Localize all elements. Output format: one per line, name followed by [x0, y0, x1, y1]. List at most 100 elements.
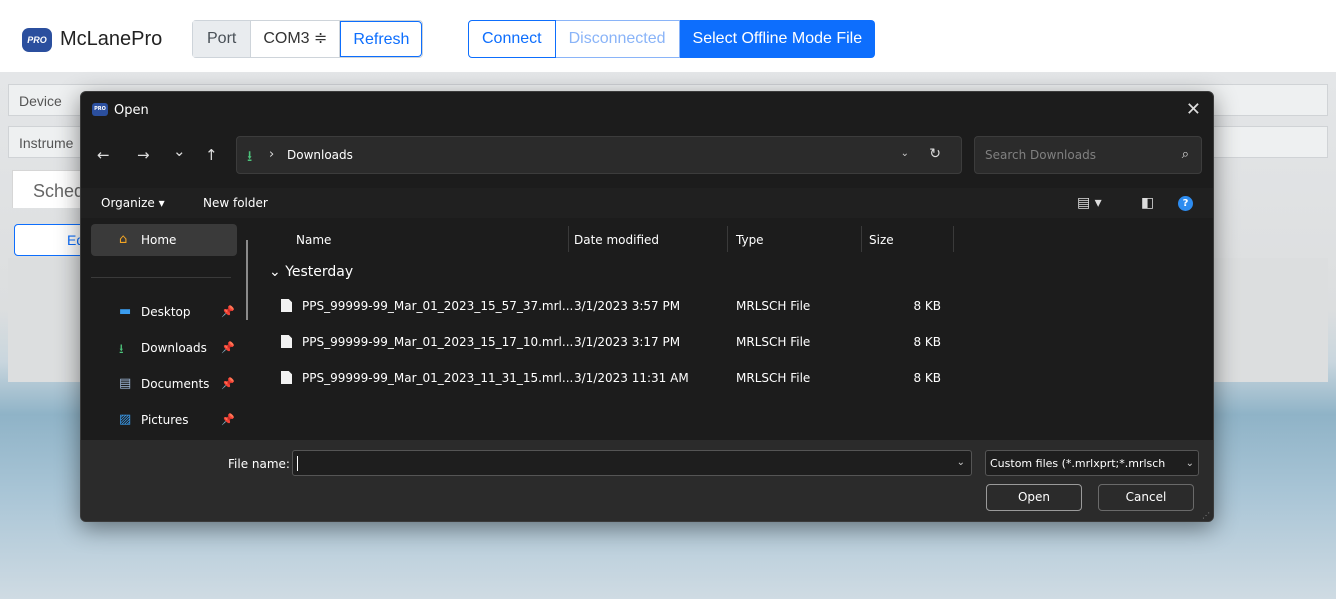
cancel-button[interactable]: Cancel — [1098, 484, 1194, 511]
downloads-icon: ⭳ — [119, 342, 124, 357]
sidebar-divider — [91, 277, 231, 278]
sidebar-scrollbar[interactable] — [246, 240, 248, 320]
sidebar-item-home[interactable]: ⌂ Home — [91, 224, 237, 256]
sidebar-item-label: Home — [141, 233, 177, 247]
port-label: Port — [193, 21, 252, 57]
help-icon[interactable]: ? — [1178, 196, 1193, 211]
command-bar: Organize ▾ New folder ▤ ▾ ◧ ? — [81, 188, 1213, 218]
column-divider[interactable] — [861, 226, 862, 252]
chevron-down-icon: ⌄ — [1185, 458, 1194, 469]
file-icon — [281, 299, 292, 312]
search-icon: ⌕ — [1181, 147, 1189, 162]
file-name: PPS_99999-99_Mar_01_2023_15_17_10.mrl... — [302, 335, 574, 349]
file-date: 3/1/2023 3:57 PM — [574, 299, 681, 313]
address-bar[interactable]: ⭳ › Downloads ⌄ ↻ — [236, 136, 962, 174]
dialog-footer: File name: ⌄ Custom files (*.mrlxprt;*.m… — [81, 440, 1213, 521]
pictures-icon: ▨ — [119, 412, 132, 427]
view-options-icon[interactable]: ▤ ▾ — [1077, 195, 1102, 211]
group-label: Yesterday — [285, 264, 354, 280]
new-folder-button[interactable]: New folder — [203, 196, 268, 210]
sidebar-item-label: Downloads — [141, 341, 207, 355]
sidebar-item-desktop[interactable]: ▬ Desktop 📌 — [91, 296, 237, 328]
resize-grip-icon[interactable]: ⋰ — [1202, 511, 1210, 520]
documents-icon: ▤ — [119, 376, 132, 391]
dialog-title: Open — [114, 103, 149, 118]
search-input[interactable]: Search Downloads ⌕ — [974, 136, 1202, 174]
column-header-name[interactable]: Name — [296, 233, 331, 247]
file-name: PPS_99999-99_Mar_01_2023_11_31_15.mrl... — [302, 371, 574, 385]
chevron-down-icon[interactable]: ⌄ — [901, 148, 909, 159]
column-divider[interactable] — [953, 226, 954, 252]
column-header-size[interactable]: Size — [869, 233, 894, 247]
breadcrumb-downloads[interactable]: Downloads — [287, 148, 353, 162]
app-logo: PRO — [22, 28, 52, 52]
file-size: 8 KB — [913, 371, 941, 385]
file-name: PPS_99999-99_Mar_01_2023_15_57_37.mrl... — [302, 299, 574, 313]
file-list: Name Date modified Type Size ⌄ Yesterday… — [261, 220, 1201, 438]
dialog-title-bar: PRO Open ✕ — [81, 92, 1213, 128]
app-title: McLanePro — [60, 28, 163, 50]
file-name-label: File name: — [228, 457, 290, 471]
back-arrow-icon[interactable]: ← — [97, 146, 110, 164]
preview-pane-icon[interactable]: ◧ — [1141, 195, 1154, 211]
column-header-type[interactable]: Type — [736, 233, 764, 247]
app-header: PRO McLanePro Port COM3 ≑ Refresh Connec… — [0, 0, 1336, 72]
file-name-input[interactable]: ⌄ — [292, 450, 972, 476]
column-divider[interactable] — [568, 226, 569, 252]
disconnected-button[interactable]: Disconnected — [555, 20, 680, 58]
chevron-down-icon[interactable]: ⌄ — [957, 457, 965, 468]
file-row[interactable]: PPS_99999-99_Mar_01_2023_15_57_37.mrl...… — [261, 290, 1201, 322]
chevron-down-icon: ⌄ — [269, 264, 281, 280]
pin-icon: 📌 — [221, 305, 235, 318]
file-type: MRLSCH File — [736, 335, 811, 349]
group-header-yesterday[interactable]: ⌄ Yesterday — [269, 264, 353, 280]
open-button[interactable]: Open — [986, 484, 1082, 511]
refresh-button[interactable]: Refresh — [340, 21, 423, 57]
sidebar-item-label: Pictures — [141, 413, 189, 427]
file-size: 8 KB — [913, 299, 941, 313]
text-caret — [297, 456, 298, 471]
recent-locations-icon[interactable]: ⌄ — [173, 142, 186, 160]
download-icon: ⭳ — [247, 147, 253, 165]
port-select[interactable]: COM3 ≑ — [251, 21, 341, 57]
sidebar-item-downloads[interactable]: ⭳ Downloads 📌 — [91, 332, 237, 364]
connection-group: Connect Disconnected Select Offline Mode… — [468, 20, 876, 58]
open-file-dialog: PRO Open ✕ ← → ⌄ ↑ ⭳ › Downloads ⌄ ↻ Sea… — [80, 91, 1214, 522]
device-label: Device — [19, 93, 62, 109]
file-type-filter-select[interactable]: Custom files (*.mrlxprt;*.mrlsch ⌄ — [985, 450, 1199, 476]
connect-button[interactable]: Connect — [468, 20, 556, 58]
organize-menu[interactable]: Organize ▾ — [101, 196, 165, 210]
file-row[interactable]: PPS_99999-99_Mar_01_2023_11_31_15.mrl...… — [261, 362, 1201, 394]
sidebar-item-label: Desktop — [141, 305, 191, 319]
file-type: MRLSCH File — [736, 371, 811, 385]
port-group: Port COM3 ≑ Refresh — [192, 20, 424, 58]
pin-icon: 📌 — [221, 413, 235, 426]
file-type: MRLSCH File — [736, 299, 811, 313]
navigation-pane: ⌂ Home ▬ Desktop 📌 ⭳ Downloads 📌 ▤ Docum… — [81, 220, 249, 438]
up-arrow-icon[interactable]: ↑ — [205, 146, 218, 164]
sidebar-item-label: Documents — [141, 377, 210, 391]
file-size: 8 KB — [913, 335, 941, 349]
filter-value: Custom files (*.mrlxprt;*.mrlsch — [990, 457, 1166, 470]
sidebar-item-documents[interactable]: ▤ Documents 📌 — [91, 368, 237, 400]
navigation-bar: ← → ⌄ ↑ ⭳ › Downloads ⌄ ↻ Search Downloa… — [81, 136, 1213, 176]
file-icon — [281, 335, 292, 348]
instrument-label: Instrume — [19, 135, 74, 151]
search-placeholder: Search Downloads — [985, 148, 1096, 162]
close-icon[interactable]: ✕ — [1186, 99, 1201, 120]
pin-icon: 📌 — [221, 377, 235, 390]
file-row[interactable]: PPS_99999-99_Mar_01_2023_15_17_10.mrl...… — [261, 326, 1201, 358]
desktop-icon: ▬ — [119, 304, 132, 319]
refresh-icon[interactable]: ↻ — [929, 146, 941, 162]
breadcrumb-separator-icon: › — [269, 147, 275, 162]
sidebar-item-pictures[interactable]: ▨ Pictures 📌 — [91, 404, 237, 436]
edit-button[interactable]: Ed — [14, 224, 84, 256]
select-offline-mode-file-button[interactable]: Select Offline Mode File — [679, 20, 876, 58]
file-date: 3/1/2023 11:31 AM — [574, 371, 689, 385]
file-icon — [281, 371, 292, 384]
column-divider[interactable] — [727, 226, 728, 252]
column-header-date-modified[interactable]: Date modified — [574, 233, 659, 247]
forward-arrow-icon[interactable]: → — [137, 146, 150, 164]
file-date: 3/1/2023 3:17 PM — [574, 335, 681, 349]
app-icon: PRO — [92, 103, 108, 116]
